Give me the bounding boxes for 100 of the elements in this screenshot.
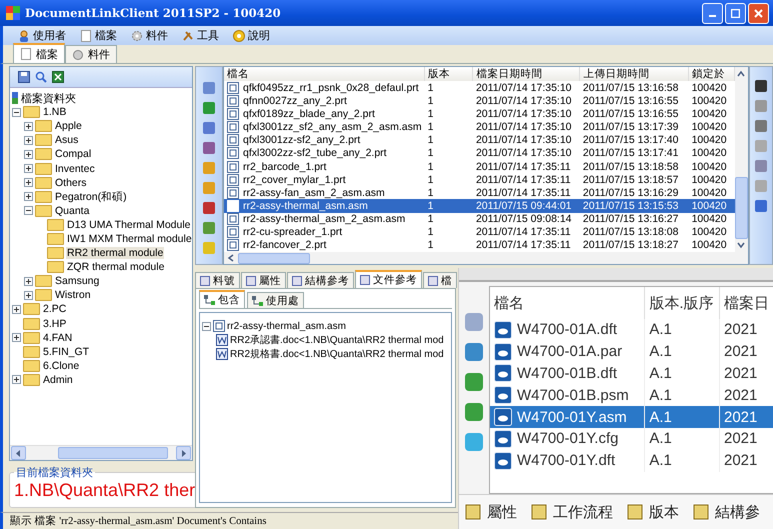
folder-tree-item[interactable]: IW1 MXM Thermal module: [66, 232, 193, 245]
table-row[interactable]: rr2-assy-fan_asm_2_asm.asm 1 2011/07/14 17:35:11 2011/07/15 13:16:29 100420: [224, 186, 735, 200]
tab-icon: [428, 276, 438, 286]
tab[interactable]: 料號: [195, 272, 240, 288]
column-header[interactable]: 檔名: [490, 287, 645, 319]
table-cell: qfxf0189zz_blade_any_2.prt: [224, 107, 425, 121]
expand-icon[interactable]: [24, 192, 33, 202]
folder-tree-item[interactable]: Inventec: [54, 162, 96, 175]
collapse-icon[interactable]: [24, 206, 33, 216]
save-icon[interactable]: [18, 71, 30, 83]
expand-icon[interactable]: [12, 304, 21, 314]
column-header[interactable]: 上傳日期時間: [580, 67, 689, 82]
table-row[interactable]: qfxf0189zz_blade_any_2.prt 1 2011/07/14 17:35:10 2011/07/15 13:16:55 100420: [224, 107, 735, 121]
tab[interactable]: 工作流程: [531, 502, 613, 522]
table-row[interactable]: rr2-assy-thermal_asm_2_asm.asm 1 2011/07/15 09:08:14 2011/07/15 13:16:27 100420: [224, 212, 735, 226]
tab[interactable]: 版本: [627, 502, 679, 522]
reference-tree-item[interactable]: RR2承認書.doc<1.NB\Quanta\RR2 thermal mod: [230, 333, 444, 347]
menu-item[interactable]: 料件: [126, 27, 173, 44]
close-button[interactable]: [748, 2, 769, 24]
table-row[interactable]: W4700-01Y.dft A.1 2021: [490, 450, 773, 472]
folder-icon: [35, 162, 52, 175]
table-row[interactable]: W4700-01Y.asm A.1 2021: [490, 406, 773, 428]
table-row[interactable]: W4700-01A.par A.1 2021: [490, 340, 773, 363]
tab[interactable]: 料件: [65, 45, 117, 63]
reference-tree-item[interactable]: rr2-assy-thermal_asm.asm: [227, 320, 346, 332]
collapse-icon[interactable]: [202, 322, 211, 330]
folder-tree-item[interactable]: D13 UMA Thermal Module: [66, 218, 192, 231]
column-header[interactable]: 檔案日: [719, 287, 773, 319]
search-icon[interactable]: [35, 71, 47, 83]
table-row[interactable]: W4700-01Y.cfg A.1 2021: [490, 428, 773, 450]
table-row[interactable]: qfnn0027zz_any_2.prt 1 2011/07/14 17:35:10 2011/07/15 13:16:55 100420: [224, 94, 735, 108]
horizontal-scrollbar[interactable]: [10, 445, 192, 460]
spreadsheet-icon[interactable]: [52, 71, 64, 83]
table-row[interactable]: qfxl3001zz_sf2_any_asm_2_asm.asm 1 2011/07/14 17:35:10 2011/07/15 13:17:39 100420: [224, 120, 735, 134]
folder-tree-item[interactable]: 6.Clone: [42, 360, 80, 372]
table-row[interactable]: qfxl3002zz-sf2_tube_any_2.prt 1 2011/07/14 17:35:10 2011/07/15 13:17:41 100420: [224, 146, 735, 160]
table-row[interactable]: rr2_cover_mylar_1.prt 1 2011/07/14 17:35:11 2011/07/15 13:18:57 100420: [224, 173, 735, 186]
folder-tree-root[interactable]: 檔案資料夾: [21, 90, 76, 106]
tab[interactable]: 屬性: [241, 272, 286, 288]
folder-tree-item[interactable]: Pegatron(和碩): [54, 190, 128, 204]
folder-tree-item[interactable]: Admin: [42, 374, 74, 386]
menu-item[interactable]: 說明: [228, 27, 275, 44]
reference-tree-item[interactable]: RR2規格書.doc<1.NB\Quanta\RR2 thermal mod: [230, 347, 444, 361]
menu-item[interactable]: 工具: [177, 27, 224, 44]
tab[interactable]: 使用處: [247, 292, 304, 308]
folder-tree-item[interactable]: 5.FIN_GT: [42, 346, 90, 358]
horizontal-scrollbar[interactable]: [224, 252, 748, 264]
folder-icon: [47, 232, 64, 245]
folder-tree-item[interactable]: Quanta: [54, 204, 90, 217]
expand-icon[interactable]: [12, 375, 21, 384]
expand-icon[interactable]: [24, 276, 33, 286]
column-header[interactable]: 版本.版序: [644, 287, 720, 319]
table-row[interactable]: W4700-01B.dft A.1 2021: [490, 362, 773, 384]
folder-tree-item[interactable]: 3.HP: [42, 318, 68, 330]
vertical-scrollbar[interactable]: [735, 67, 748, 252]
tab[interactable]: 文件參考: [355, 270, 422, 288]
maximize-button[interactable]: [725, 2, 746, 24]
table-row[interactable]: rr2-cu-spreader_1.prt 1 2011/07/14 17:35:11 2011/07/15 13:18:08 100420: [224, 226, 735, 239]
folder-tree-item[interactable]: Samsung: [54, 275, 100, 288]
minimize-button[interactable]: [702, 2, 723, 24]
tab[interactable]: 屬性: [465, 502, 517, 522]
table-row[interactable]: rr2-fancover_2.prt 1 2011/07/14 17:35:11 2011/07/15 13:18:27 100420: [224, 238, 735, 252]
folder-tree-item[interactable]: Wistron: [54, 289, 92, 302]
expand-icon[interactable]: [24, 290, 33, 300]
expand-icon[interactable]: [24, 178, 33, 188]
column-header[interactable]: 檔案日期時間: [472, 67, 580, 82]
table-row[interactable]: qfxl3001zz-sf2_any_2.prt 1 2011/07/14 17:35:10 2011/07/15 13:17:40 100420: [224, 134, 735, 147]
menu-item[interactable]: 檔案: [75, 27, 122, 44]
menu-item[interactable]: 使用者: [13, 27, 71, 44]
folder-tree-item[interactable]: Compal: [54, 148, 92, 160]
folder-tree-item[interactable]: Others: [54, 176, 88, 189]
table-cell: 2021: [719, 362, 773, 384]
tab[interactable]: 結構參: [693, 502, 760, 522]
expand-icon[interactable]: [24, 150, 33, 159]
tab[interactable]: 檔案: [13, 43, 65, 63]
expand-icon[interactable]: [24, 122, 33, 131]
expand-icon[interactable]: [24, 136, 33, 145]
column-header[interactable]: 版本: [424, 67, 473, 82]
table-row[interactable]: rr2_barcode_1.prt 1 2011/07/14 17:35:11 2011/07/15 13:18:58 100420: [224, 160, 735, 174]
table-row[interactable]: qfkf0495zz_rr1_psnk_0x28_defaul.prt 1 2011/07/14 17:35:10 2011/07/15 13:16:58 100420: [224, 81, 735, 94]
column-header[interactable]: 檔名: [224, 67, 425, 82]
toolbar-icon[interactable]: [202, 201, 216, 215]
folder-tree-item[interactable]: Asus: [54, 134, 80, 146]
folder-tree-item[interactable]: 2.PC: [42, 303, 68, 316]
table-row[interactable]: rr2-assy-thermal_asm.asm 1 2011/07/15 09:44:01 2011/07/15 13:15:53 100420: [224, 199, 735, 213]
column-header[interactable]: 鎖定於: [688, 67, 735, 82]
folder-icon: [35, 148, 52, 160]
folder-tree-item[interactable]: 1.NB: [42, 106, 68, 118]
table-row[interactable]: W4700-01A.dft A.1 2021: [490, 319, 773, 341]
toolbar-icon[interactable]: [754, 79, 768, 93]
tab[interactable]: 包含: [199, 290, 245, 308]
folder-tree-item[interactable]: Apple: [54, 120, 83, 132]
tab[interactable]: 檔: [423, 272, 457, 288]
folder-tree-item[interactable]: ZQR thermal module: [66, 261, 166, 274]
tab[interactable]: 結構參考: [287, 272, 354, 288]
expand-icon[interactable]: [24, 164, 33, 174]
expand-icon[interactable]: [12, 333, 21, 342]
folder-tree-item[interactable]: 4.FAN: [42, 332, 74, 344]
folder-tree-item[interactable]: RR2 thermal module: [66, 247, 164, 260]
collapse-icon[interactable]: [12, 108, 21, 117]
